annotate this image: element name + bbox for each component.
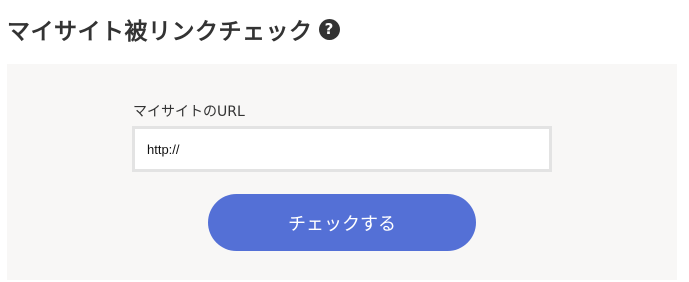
header: マイサイト被リンクチェック ? (7, 11, 340, 47)
help-question-icon[interactable]: ? (318, 18, 340, 40)
url-field-label: マイサイトのURL (133, 104, 245, 120)
page-title: マイサイト被リンクチェック (7, 19, 313, 45)
check-button[interactable]: チェックする (208, 194, 476, 251)
url-input[interactable] (132, 126, 552, 172)
check-form-panel: マイサイトのURL チェックする (7, 64, 677, 280)
page: マイサイト被リンクチェック ? マイサイトのURL チェックする (0, 0, 689, 282)
